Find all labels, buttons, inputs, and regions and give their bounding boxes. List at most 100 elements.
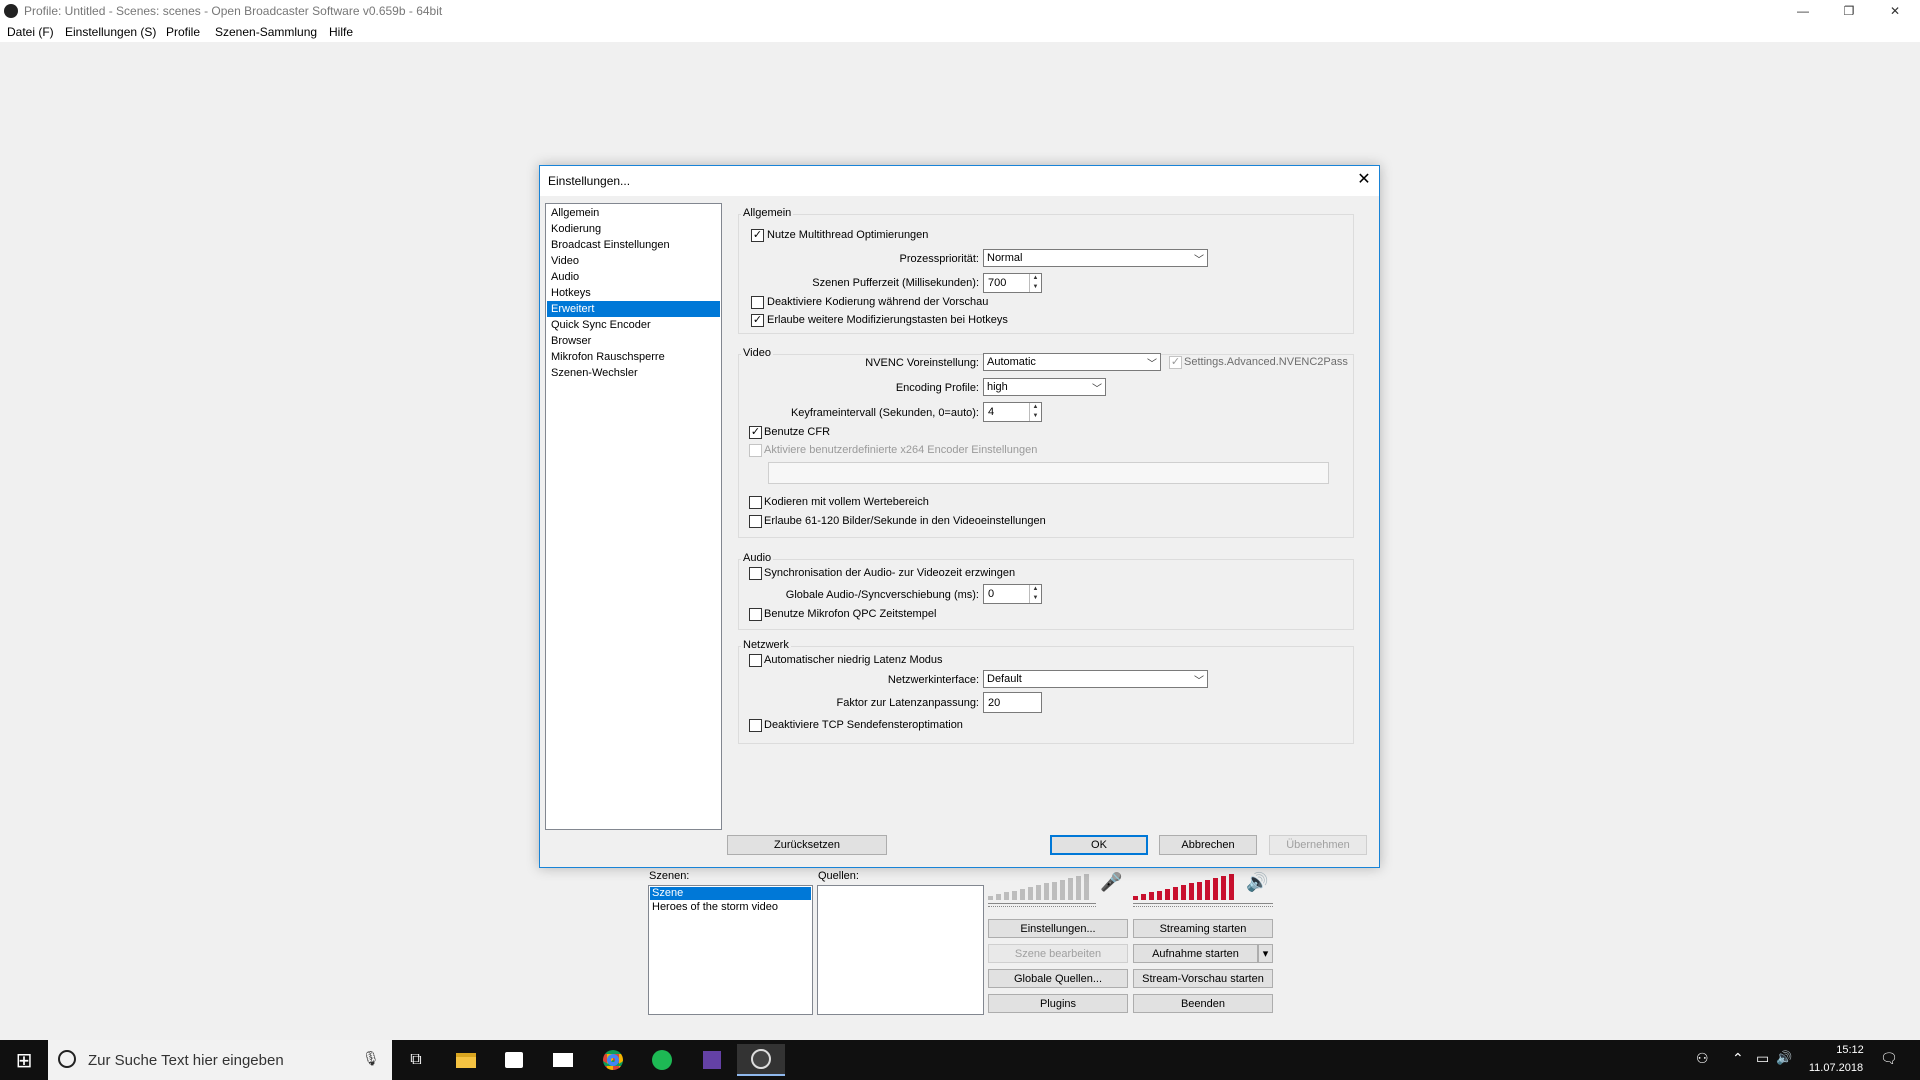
nav-item-allgemein[interactable]: Allgemein	[547, 205, 720, 221]
tcp-optimization-checkbox[interactable]	[749, 719, 762, 732]
store-icon[interactable]	[490, 1044, 538, 1076]
qpc-label: Benutze Mikrofon QPC Zeitstempel	[764, 608, 937, 620]
close-window-button[interactable]: ✕	[1872, 0, 1918, 22]
apply-button[interactable]: Übernehmen	[1269, 835, 1367, 855]
full-range-checkbox[interactable]	[749, 496, 762, 509]
network-icon[interactable]: ▭	[1756, 1050, 1769, 1067]
task-view-icon[interactable]: ⧉	[392, 1044, 440, 1076]
global-sources-button[interactable]: Globale Quellen...	[988, 969, 1128, 988]
clock-date[interactable]: 11.07.2018	[1806, 1062, 1866, 1074]
meter-bar	[1020, 889, 1025, 900]
cfr-checkbox[interactable]: ✓	[749, 426, 762, 439]
desktop-volume-slider[interactable]	[1133, 903, 1273, 907]
mic-volume-slider[interactable]	[988, 903, 1096, 907]
file-explorer-icon[interactable]	[442, 1044, 490, 1076]
mic-volume-meter[interactable]	[988, 872, 1096, 900]
nvenc2pass-checkbox[interactable]: ✓	[1169, 356, 1182, 369]
start-recording-button[interactable]: Aufnahme starten	[1133, 944, 1258, 963]
spin-up-icon[interactable]: ▲	[1030, 585, 1041, 594]
twitch-icon[interactable]	[688, 1044, 736, 1076]
audio-sync-checkbox[interactable]	[749, 567, 762, 580]
chevron-down-icon: ﹀	[1194, 254, 1204, 266]
nav-item-kodierung[interactable]: Kodierung	[547, 221, 720, 237]
spin-down-icon[interactable]: ▼	[1030, 594, 1041, 603]
disable-preview-encoding-checkbox[interactable]	[751, 296, 764, 309]
nav-item-erweitert[interactable]: Erweitert	[547, 301, 720, 317]
exit-button[interactable]: Beenden	[1133, 994, 1273, 1013]
cancel-button[interactable]: Abbrechen	[1159, 835, 1257, 855]
buffer-stepper-arrows[interactable]: ▲ ▼	[1029, 274, 1041, 292]
nav-item-video[interactable]: Video	[547, 253, 720, 269]
minimize-button[interactable]: —	[1780, 0, 1826, 22]
reset-button[interactable]: Zurücksetzen	[727, 835, 887, 855]
network-interface-label: Netzwerkinterface:	[887, 674, 979, 686]
chrome-icon[interactable]	[589, 1044, 637, 1076]
tray-chevron-icon[interactable]: ⌃	[1732, 1050, 1744, 1067]
nav-item-broadcast[interactable]: Broadcast Einstellungen	[547, 237, 720, 253]
nav-item-browser[interactable]: Browser	[547, 333, 720, 349]
custom-x264-input[interactable]	[768, 462, 1329, 484]
sources-list[interactable]	[817, 885, 984, 1015]
audio-offset-stepper-arrows[interactable]: ▲ ▼	[1029, 585, 1041, 603]
start-button-icon[interactable]: ⊞	[0, 1044, 48, 1076]
spin-down-icon[interactable]: ▼	[1030, 283, 1041, 292]
nvenc-select[interactable]: Automatic ﹀	[983, 353, 1161, 371]
clock-time[interactable]: 15:12	[1820, 1044, 1880, 1056]
low-latency-checkbox[interactable]	[749, 654, 762, 667]
scene-item-heroes[interactable]: Heroes of the storm video	[650, 901, 811, 914]
start-streaming-button[interactable]: Streaming starten	[1133, 919, 1273, 938]
nvenc-value: Automatic	[987, 356, 1036, 368]
meter-bar	[1084, 874, 1089, 900]
keyframe-stepper[interactable]: 4 ▲ ▼	[983, 402, 1042, 422]
nav-item-mikrofon[interactable]: Mikrofon Rauschsperre	[547, 349, 720, 365]
meter-bar	[1189, 883, 1194, 900]
twitch-logo	[703, 1051, 721, 1069]
priority-select[interactable]: Normal ﹀	[983, 249, 1208, 267]
mail-icon[interactable]	[539, 1044, 587, 1076]
scene-item-szene[interactable]: Szene	[650, 887, 811, 900]
network-interface-select[interactable]: Default ﹀	[983, 670, 1208, 688]
custom-x264-checkbox[interactable]	[749, 444, 762, 457]
dialog-close-icon[interactable]: ✕	[1352, 168, 1376, 192]
chevron-down-icon: ﹀	[1194, 675, 1204, 687]
record-dropdown-button[interactable]: ▾	[1258, 944, 1273, 963]
restore-button[interactable]: ❐	[1826, 0, 1872, 22]
speaker-icon[interactable]: 🔊	[1246, 872, 1268, 893]
spin-up-icon[interactable]: ▲	[1030, 403, 1041, 412]
menu-profile[interactable]: Profile	[166, 25, 200, 39]
nav-item-audio[interactable]: Audio	[547, 269, 720, 285]
nav-item-hotkeys[interactable]: Hotkeys	[547, 285, 720, 301]
microphone-icon[interactable]: 🎤	[1100, 872, 1122, 893]
ok-button[interactable]: OK	[1050, 835, 1148, 855]
edit-scene-button[interactable]: Szene bearbeiten	[988, 944, 1128, 963]
spotify-icon[interactable]	[638, 1044, 686, 1076]
meter-bar	[1213, 878, 1218, 900]
desktop-volume-meter[interactable]	[1133, 872, 1241, 900]
multithread-checkbox[interactable]: ✓	[751, 229, 764, 242]
allow-modifiers-checkbox[interactable]: ✓	[751, 314, 764, 327]
spin-up-icon[interactable]: ▲	[1030, 274, 1041, 283]
stream-preview-button[interactable]: Stream-Vorschau starten	[1133, 969, 1273, 988]
encoding-profile-select[interactable]: high ﹀	[983, 378, 1106, 396]
keyframe-stepper-arrows[interactable]: ▲ ▼	[1029, 403, 1041, 421]
buffer-stepper[interactable]: 700 ▲ ▼	[983, 273, 1042, 293]
spin-down-icon[interactable]: ▼	[1030, 412, 1041, 421]
high-fps-checkbox[interactable]	[749, 515, 762, 528]
menu-datei[interactable]: Datei (F)	[7, 25, 54, 39]
people-icon[interactable]: ⚇	[1696, 1050, 1709, 1067]
plugins-button[interactable]: Plugins	[988, 994, 1128, 1013]
menu-hilfe[interactable]: Hilfe	[329, 25, 353, 39]
obs-taskbar-icon[interactable]	[737, 1044, 785, 1076]
nav-item-szenen-wechsler[interactable]: Szenen-Wechsler	[547, 365, 720, 381]
latency-factor-input[interactable]: 20	[983, 692, 1042, 713]
notifications-icon[interactable]: 🗨	[1880, 1050, 1898, 1067]
volume-tray-icon[interactable]: 🔊	[1776, 1050, 1792, 1066]
nav-item-quick-sync[interactable]: Quick Sync Encoder	[547, 317, 720, 333]
qpc-checkbox[interactable]	[749, 608, 762, 621]
voice-search-icon[interactable]: 🎙	[362, 1050, 380, 1067]
allow-modifiers-label: Erlaube weitere Modifizierungstasten bei…	[767, 314, 1008, 326]
audio-offset-stepper[interactable]: 0 ▲ ▼	[983, 584, 1042, 604]
menu-szenen-sammlung[interactable]: Szenen-Sammlung	[215, 25, 317, 39]
menu-einstellungen[interactable]: Einstellungen (S)	[65, 25, 156, 39]
settings-button[interactable]: Einstellungen...	[988, 919, 1128, 938]
